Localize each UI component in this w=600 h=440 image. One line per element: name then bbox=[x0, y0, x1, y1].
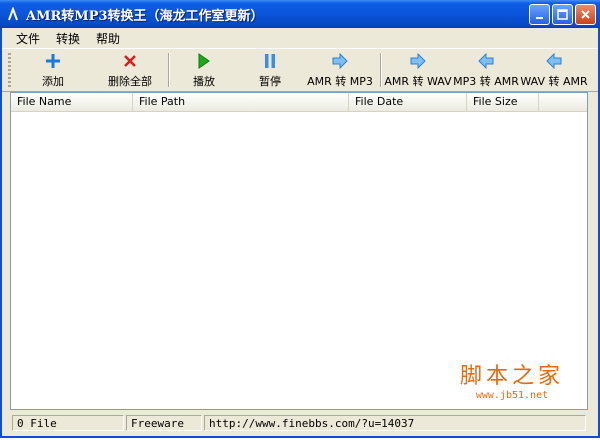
add-button[interactable]: 添加 bbox=[18, 51, 88, 89]
play-label: 播放 bbox=[193, 75, 215, 88]
pause-label: 暂停 bbox=[259, 75, 281, 88]
minimize-icon bbox=[535, 16, 543, 19]
column-file-date[interactable]: File Date bbox=[349, 93, 467, 111]
app-icon[interactable] bbox=[6, 6, 20, 22]
plus-icon bbox=[45, 51, 61, 71]
maximize-button[interactable] bbox=[552, 4, 573, 25]
column-file-size[interactable]: File Size bbox=[467, 93, 539, 111]
arrow-left-icon bbox=[546, 51, 562, 71]
toolbar-separator bbox=[168, 53, 170, 87]
status-bar: 0 File Freeware http://www.finebbs.com/?… bbox=[2, 412, 598, 434]
menu-convert[interactable]: 转换 bbox=[48, 30, 88, 47]
watermark-logo: 脚本之家 www.jb51.net bbox=[432, 358, 592, 408]
minimize-button[interactable] bbox=[529, 4, 550, 25]
pause-button[interactable]: 暂停 bbox=[240, 51, 300, 89]
column-file-path[interactable]: File Path bbox=[133, 93, 349, 111]
watermark-title: 脚本之家 bbox=[459, 364, 564, 389]
menu-bar: 文件 转换 帮助 bbox=[2, 28, 598, 48]
wav-to-amr-label: WAV 转 AMR bbox=[520, 75, 588, 88]
mp3-to-amr-button[interactable]: MP3 转 AMR bbox=[452, 51, 520, 89]
amr-to-wav-label: AMR 转 WAV bbox=[384, 75, 452, 88]
menu-file[interactable]: 文件 bbox=[2, 30, 48, 47]
delete-all-button[interactable]: 删除全部 bbox=[94, 51, 166, 89]
close-icon bbox=[581, 10, 590, 19]
toolbar: 添加 删除全部 播放 暂停 AMR 转 MP3 AMR 转 WAV MP3 转 … bbox=[2, 48, 598, 92]
amr-to-mp3-button[interactable]: AMR 转 MP3 bbox=[302, 51, 378, 89]
arrow-right-icon bbox=[410, 51, 426, 71]
menu-help[interactable]: 帮助 bbox=[88, 30, 128, 47]
status-url: http://www.finebbs.com/?u=14037 bbox=[204, 415, 586, 431]
list-header: File Name File Path File Date File Size bbox=[11, 93, 587, 112]
status-file-count: 0 File bbox=[12, 415, 124, 431]
delete-icon bbox=[122, 51, 138, 71]
arrow-right-icon bbox=[332, 51, 348, 71]
mp3-to-amr-label: MP3 转 AMR bbox=[453, 75, 519, 88]
arrow-left-icon bbox=[478, 51, 494, 71]
amr-to-wav-button[interactable]: AMR 转 WAV bbox=[384, 51, 452, 89]
play-icon bbox=[197, 51, 211, 71]
status-license: Freeware bbox=[126, 415, 202, 431]
delete-all-label: 删除全部 bbox=[108, 75, 152, 88]
pause-icon bbox=[263, 51, 277, 71]
app-window: AMR转MP3转换王（海龙工作室更新） 文件 转换 帮助 添加 删除全部 播放 … bbox=[0, 0, 600, 438]
maximize-icon bbox=[557, 9, 568, 20]
window-title: AMR转MP3转换王（海龙工作室更新） bbox=[26, 8, 264, 24]
watermark-url: www.jb51.net bbox=[475, 390, 549, 401]
close-button[interactable] bbox=[575, 4, 596, 25]
title-bar[interactable]: AMR转MP3转换王（海龙工作室更新） bbox=[0, 0, 600, 28]
play-button[interactable]: 播放 bbox=[174, 51, 234, 89]
wav-to-amr-button[interactable]: WAV 转 AMR bbox=[520, 51, 588, 89]
toolbar-grip[interactable] bbox=[8, 53, 11, 87]
column-file-name[interactable]: File Name bbox=[11, 93, 133, 111]
toolbar-separator bbox=[380, 53, 382, 87]
add-label: 添加 bbox=[42, 75, 64, 88]
amr-to-mp3-label: AMR 转 MP3 bbox=[307, 75, 373, 88]
